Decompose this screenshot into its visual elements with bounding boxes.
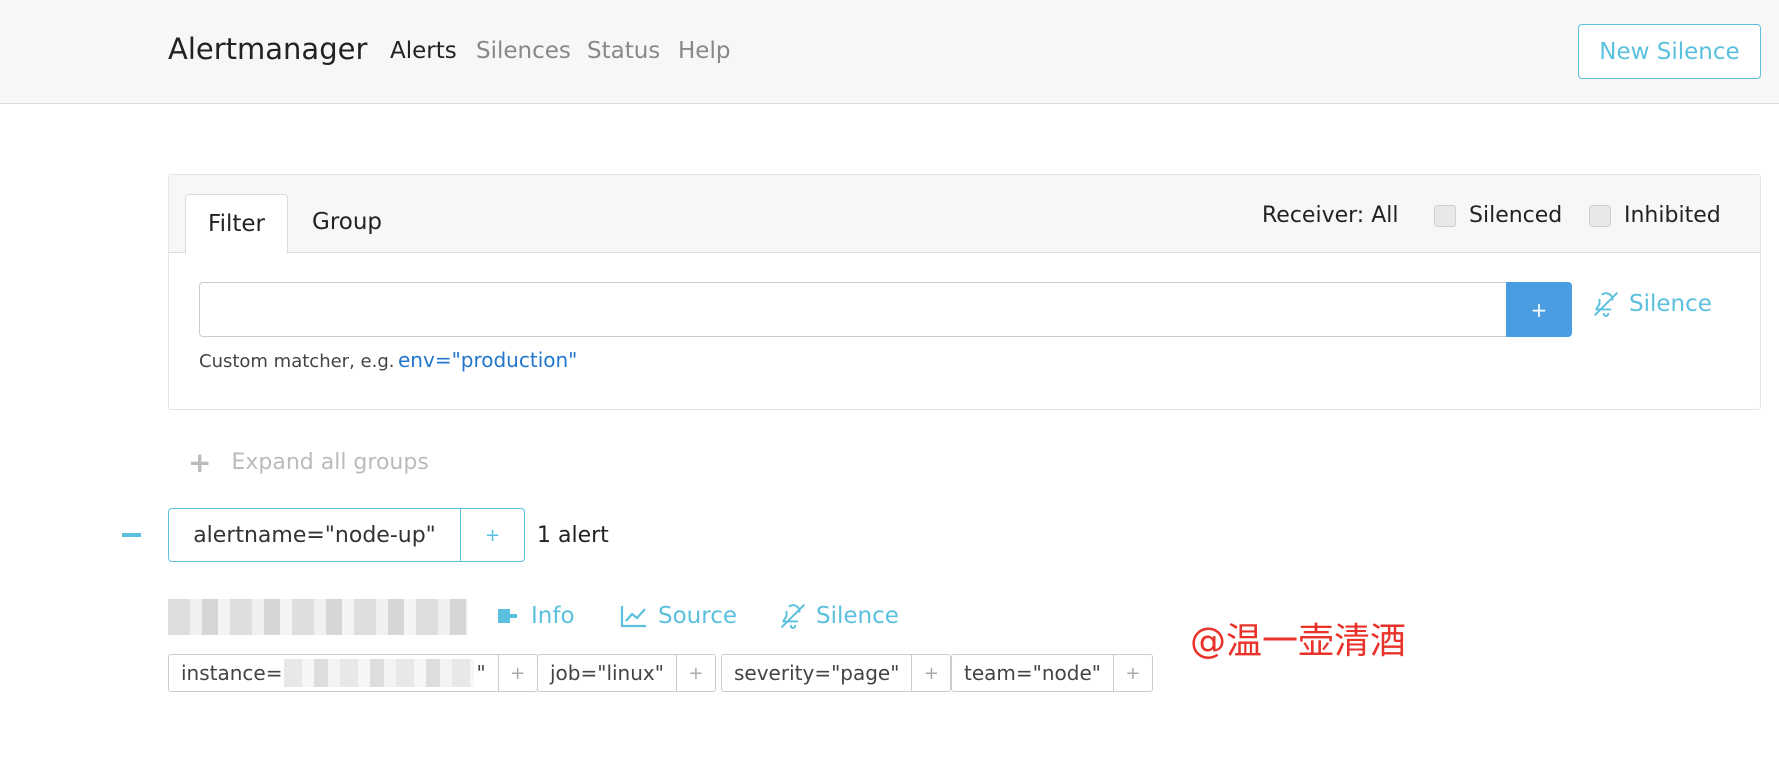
silenced-label: Silenced [1469,203,1563,228]
label-team-add-button[interactable]: + [1114,655,1152,691]
add-filter-button[interactable]: + [1506,282,1572,337]
alert-info-button[interactable]: Info [497,603,575,629]
label-chip-severity: severity="page" + [721,654,952,692]
filter-card-header: Filter Group Receiver: All Silenced Inhi… [169,175,1760,254]
alert-info-label: Info [531,603,575,629]
label-team[interactable]: team="node" [952,655,1114,691]
matcher-hint: Custom matcher, e.g. [199,351,395,372]
inhibited-label: Inhibited [1624,203,1721,228]
info-icon [498,609,517,623]
label-chip-job: job="linux" + [537,654,716,692]
expand-all-groups-button[interactable]: + Expand all groups [188,446,429,479]
group-label-button[interactable]: alertname="node-up" [169,509,461,561]
matcher-example-link[interactable]: env="production" [398,348,577,372]
filter-card: Filter Group Receiver: All Silenced Inhi… [168,174,1761,410]
watermark-text: @温一壶清酒 [1190,621,1407,662]
bell-slash-icon [1594,292,1618,317]
new-silence-button[interactable]: New Silence [1578,24,1761,79]
filter-silence-label: Silence [1629,291,1712,317]
bell-slash-icon [781,604,805,629]
label-instance-key: instance= [181,661,283,685]
navbar: Alertmanager Alerts Silences Status Help… [0,0,1779,104]
alert-silence-label: Silence [816,603,899,629]
instance-value-redacted [284,659,475,687]
expand-all-label: Expand all groups [231,450,429,475]
label-chip-team: team="node" + [951,654,1153,692]
label-instance[interactable]: instance= " [169,655,499,691]
label-severity-add-button[interactable]: + [912,655,950,691]
line-chart-icon [620,606,646,628]
tab-group[interactable]: Group [312,209,382,235]
nav-help[interactable]: Help [678,38,730,64]
filter-input[interactable] [199,282,1509,337]
tab-filter[interactable]: Filter [185,194,288,254]
group-header: alertname="node-up" + [168,508,525,562]
label-chip-instance: instance= " + [168,654,538,692]
group-add-filter-button[interactable]: + [461,509,524,561]
receiver-dropdown[interactable]: Receiver: All [1262,203,1398,228]
label-instance-add-button[interactable]: + [499,655,537,691]
label-severity[interactable]: severity="page" [722,655,913,691]
collapse-group-icon[interactable] [122,533,141,537]
inhibited-checkbox[interactable] [1589,205,1611,227]
alert-source-button[interactable]: Source [620,603,737,629]
alert-count: 1 alert [537,523,609,548]
filter-silence-button[interactable]: Silence [1593,291,1712,317]
alert-start-time-redacted [168,599,468,635]
nav-status[interactable]: Status [587,38,660,64]
brand-logo[interactable]: Alertmanager [168,32,367,66]
label-job-add-button[interactable]: + [677,655,715,691]
label-job[interactable]: job="linux" [538,655,677,691]
alert-silence-button[interactable]: Silence [780,603,899,629]
label-instance-quote: " [476,661,486,685]
nav-silences[interactable]: Silences [476,38,571,64]
nav-alerts[interactable]: Alerts [390,38,457,64]
alert-source-label: Source [658,603,737,629]
plus-icon: + [188,446,212,479]
silenced-checkbox[interactable] [1434,205,1456,227]
